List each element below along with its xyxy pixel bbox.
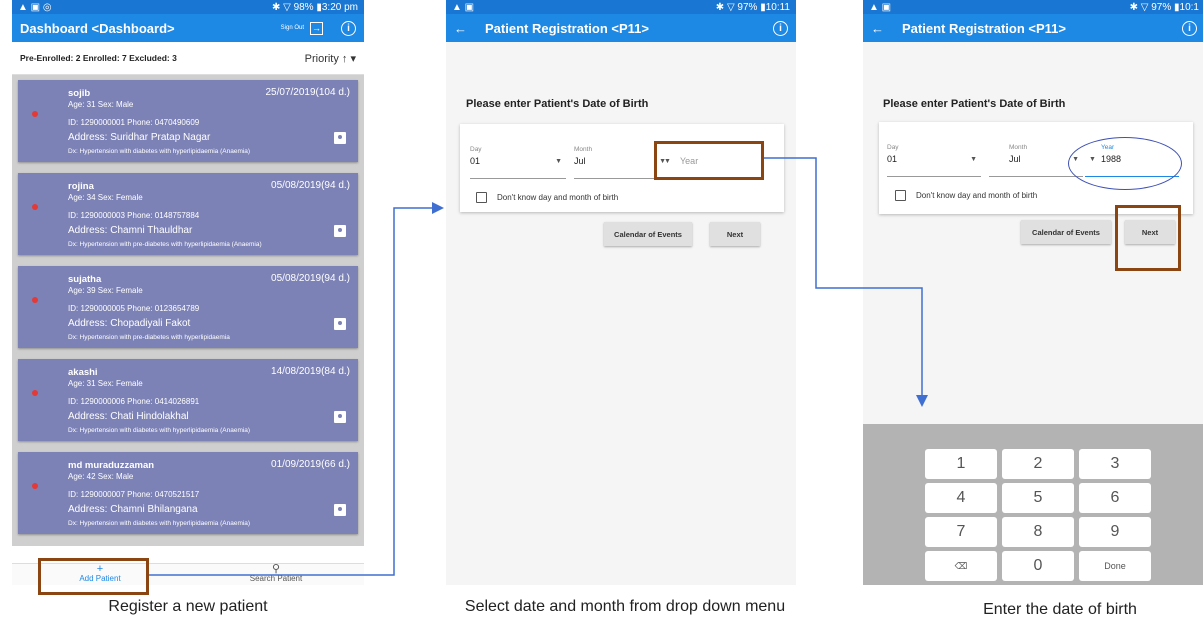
arrow-to-registration [149, 202, 444, 576]
arrow-to-keypad [764, 157, 928, 407]
caption-select-date: Select date and month from drop down men… [464, 598, 786, 615]
connector-arrows [149, 157, 928, 576]
caption-enter-dob: Enter the date of birth [983, 601, 1137, 618]
caption-register: Register a new patient [108, 598, 268, 615]
